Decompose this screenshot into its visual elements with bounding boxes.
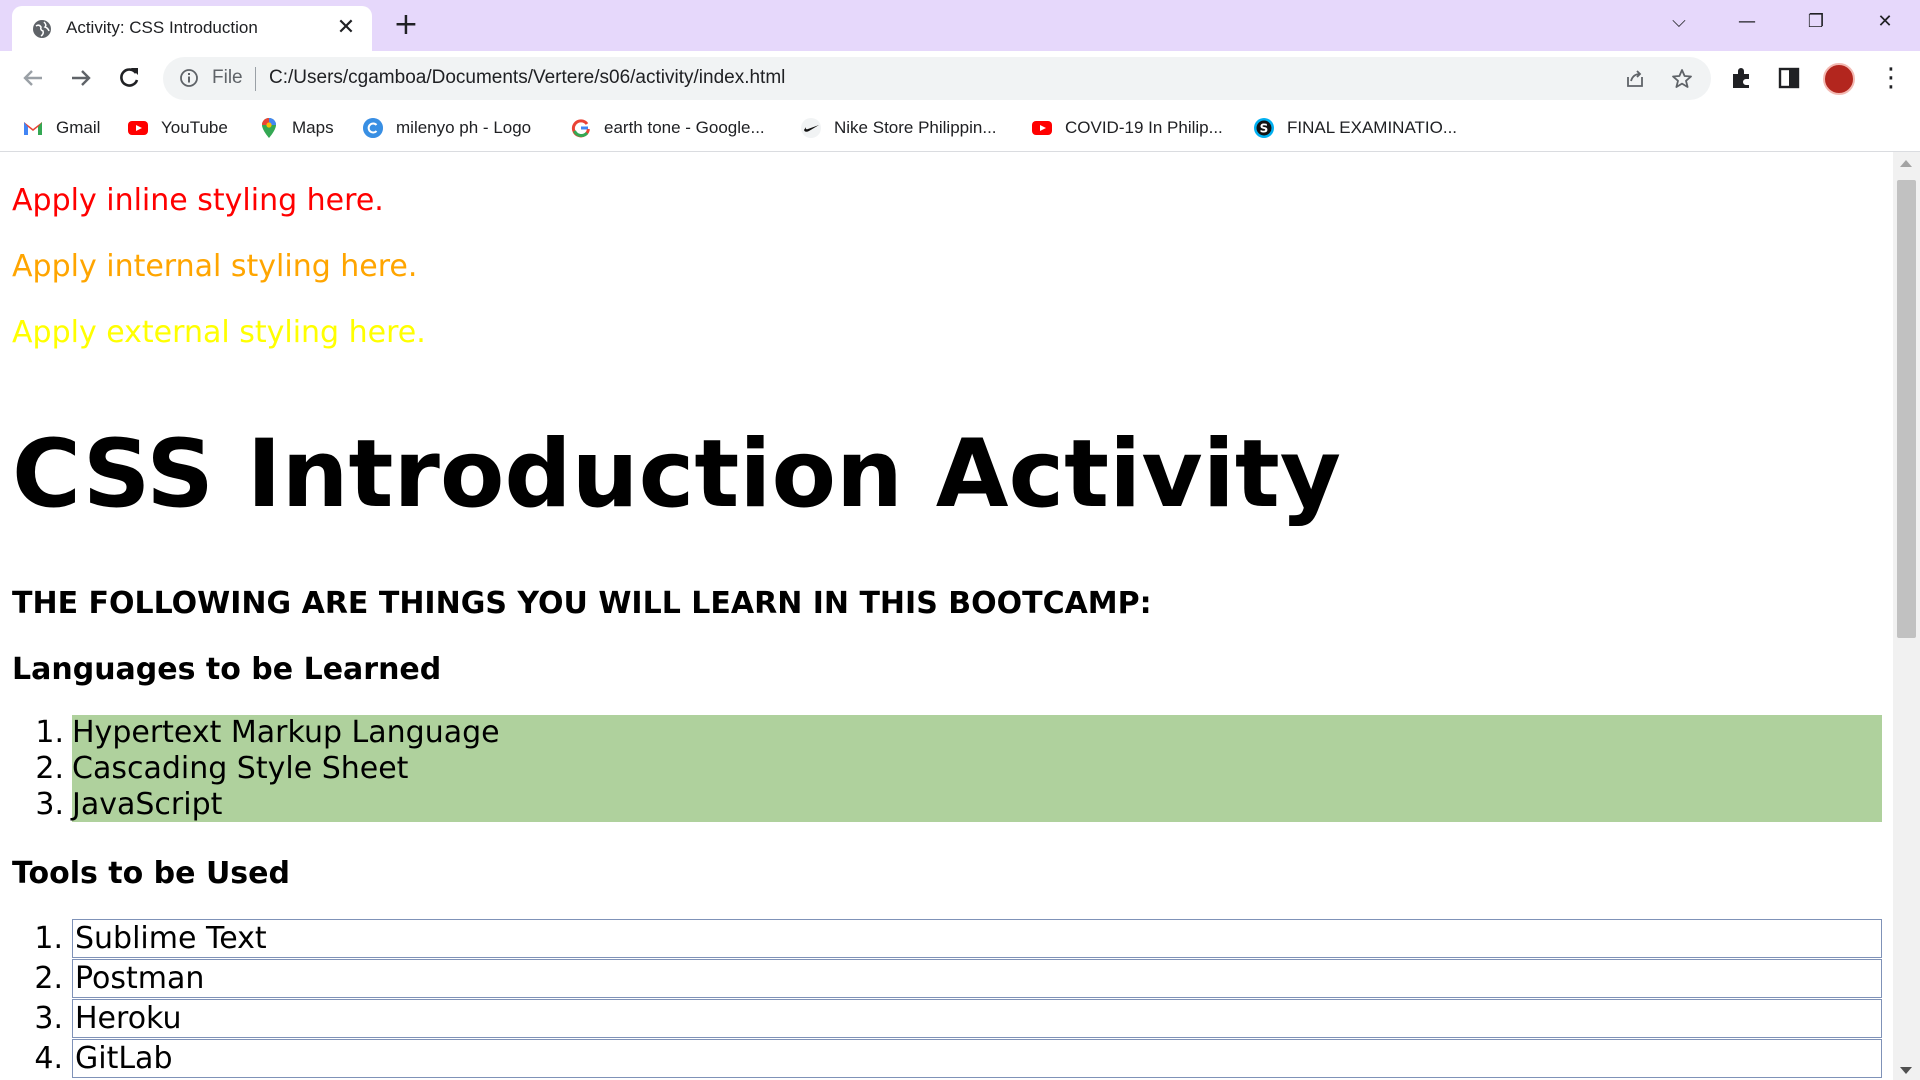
vertical-scrollbar[interactable] [1893,152,1920,1080]
bookmark-label: COVID-19 In Philip... [1065,118,1223,137]
bookmark-gmail[interactable]: Gmail [22,116,100,140]
scheme-label: File [212,67,243,88]
bookmark-label: earth tone - Google... [604,118,765,137]
bookmark-final-exam[interactable]: S FINAL EXAMINATIO... [1253,116,1457,140]
list-item: 3. JavaScript [35,787,1882,823]
extensions-puzzle-icon[interactable] [1729,65,1755,91]
page-title: CSS Introduction Activity [12,420,1342,529]
bookmark-star-icon[interactable] [1670,67,1694,91]
youtube-icon [1032,121,1052,135]
gmail-icon [24,122,42,135]
list-item-label: Sublime Text [75,921,267,956]
bookmark-label: FINAL EXAMINATIO... [1287,118,1458,137]
bookmark-covid[interactable]: COVID-19 In Philip... [1031,116,1223,140]
omnibox-divider [255,67,256,91]
list-number: 3. [35,787,64,822]
reload-icon[interactable] [114,63,144,93]
canva-icon [363,118,383,138]
bookmark-label: YouTube [161,118,228,137]
page-viewport: Apply inline styling here. Apply interna… [0,152,1893,1080]
tab-strip: Activity: CSS Introduction ✕ + ⌵ — ❐ ✕ [0,0,1920,51]
bootcamp-subheading: THE FOLLOWING ARE THINGS YOU WILL LEARN … [12,586,1152,621]
list-item: 3. Heroku [34,999,1882,1038]
browser-toolbar: File C:/Users/cgamboa/Documents/Vertere/… [0,51,1920,106]
bookmark-maps[interactable]: Maps [258,116,334,140]
more-menu-icon[interactable]: ⋮ [1878,63,1904,93]
close-window-button[interactable]: ✕ [1862,8,1908,36]
bookmark-nike[interactable]: Nike Store Philippin... [800,116,997,140]
bookmark-label: Gmail [56,118,101,137]
list-item: 2. Postman [34,959,1882,998]
external-styling-text: Apply external styling here. [12,315,426,350]
scroll-up-arrow-icon[interactable] [1900,160,1912,167]
list-number: 2. [34,961,63,996]
google-icon [571,119,590,138]
internal-styling-text: Apply internal styling here. [12,249,418,284]
list-number: 1. [34,921,63,956]
tab-search-button[interactable]: ⌵ [1656,8,1702,36]
globe-icon [33,20,51,38]
list-item: 1. Hypertext Markup Language [35,715,1882,751]
url-text[interactable]: C:/Users/cgamboa/Documents/Vertere/s06/a… [269,67,785,89]
tab-title: Activity: CSS Introduction [66,18,258,37]
maps-icon [262,118,276,138]
list-item: 2. Cascading Style Sheet [35,751,1882,787]
bookmark-youtube[interactable]: YouTube [127,116,228,140]
list-number: 4. [34,1041,63,1076]
list-item: 4. GitLab [34,1039,1882,1078]
languages-heading: Languages to be Learned [12,652,442,687]
list-item-label: GitLab [75,1041,173,1076]
side-panel-icon[interactable] [1776,65,1802,91]
scroll-down-arrow-icon[interactable] [1900,1067,1912,1074]
bookmark-milenyo[interactable]: milenyo ph - Logo [362,116,531,140]
skype-icon: S [1254,118,1274,138]
bookmarks-bar: Gmail YouTube Maps milenyo ph - Logo ear… [0,106,1920,152]
list-number: 2. [35,751,64,786]
tools-list: 1. Sublime Text 2. Postman 3. Heroku 4. … [34,919,1882,1079]
browser-tab[interactable]: Activity: CSS Introduction ✕ [12,6,372,51]
list-number: 1. [35,715,64,750]
list-item-label: Hypertext Markup Language [72,715,500,750]
scrollbar-thumb[interactable] [1897,180,1916,638]
youtube-icon [128,121,148,135]
list-item-label: Heroku [75,1001,182,1036]
minimize-button[interactable]: — [1724,8,1770,36]
tools-heading: Tools to be Used [12,856,290,891]
share-icon[interactable] [1623,67,1647,91]
list-item-label: Postman [75,961,205,996]
restore-button[interactable]: ❐ [1793,8,1839,36]
bookmark-label: Nike Store Philippin... [834,118,997,137]
address-bar[interactable]: File C:/Users/cgamboa/Documents/Vertere/… [163,57,1711,100]
list-item-label: Cascading Style Sheet [72,751,409,786]
info-icon[interactable] [179,68,199,88]
list-number: 3. [34,1001,63,1036]
list-item: 1. Sublime Text [34,919,1882,958]
inline-styling-text: Apply inline styling here. [12,183,384,218]
back-arrow-icon[interactable] [18,63,48,93]
profile-avatar[interactable] [1823,63,1855,95]
bookmark-label: milenyo ph - Logo [396,118,532,137]
languages-list: 1. Hypertext Markup Language 2. Cascadin… [35,715,1882,823]
bookmark-label: Maps [292,118,334,137]
new-tab-button[interactable]: + [390,10,422,42]
forward-arrow-icon[interactable] [66,63,96,93]
tab-close-icon[interactable]: ✕ [334,16,358,40]
list-item-label: JavaScript [72,787,223,822]
bookmark-earth-tone[interactable]: earth tone - Google... [570,116,765,140]
nike-icon [801,118,821,138]
svg-text:S: S [1260,122,1269,136]
